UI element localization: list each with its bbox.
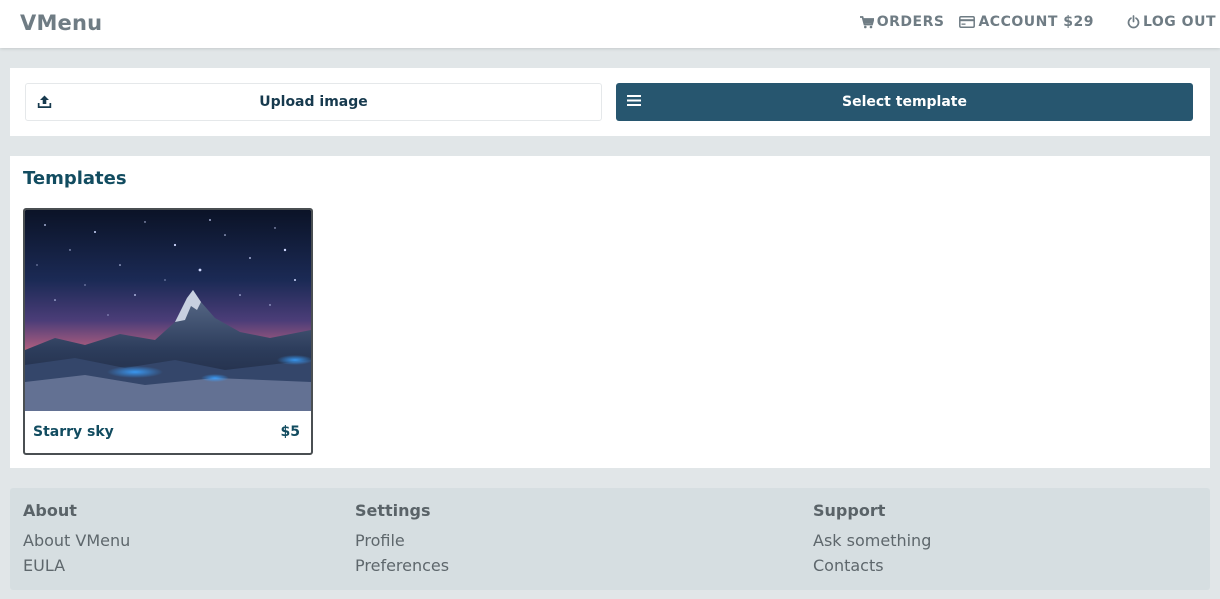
template-name: Starry sky (33, 424, 114, 440)
upload-icon (37, 95, 52, 108)
footer-link-about-vmenu[interactable]: About VMenu (23, 528, 130, 553)
footer-settings-heading: Settings (355, 501, 431, 520)
footer-about-heading: About (23, 501, 77, 520)
hamburger-icon (627, 95, 641, 106)
footer-link-profile[interactable]: Profile (355, 528, 449, 553)
footer-link-ask-something[interactable]: Ask something (813, 528, 931, 553)
account-link[interactable]: ACCOUNT $29 (959, 14, 1094, 30)
site-footer: About About VMenu EULA Settings Profile … (10, 488, 1210, 590)
starry-sky-image (25, 210, 311, 411)
footer-link-contacts[interactable]: Contacts (813, 553, 931, 578)
power-icon (1127, 15, 1140, 29)
template-price: $5 (280, 424, 300, 440)
template-card-footer: Starry sky $5 (25, 411, 311, 453)
footer-settings-column: Settings Profile Preferences (355, 502, 449, 578)
footer-link-eula[interactable]: EULA (23, 553, 130, 578)
upload-image-label: Upload image (259, 94, 368, 110)
top-nav: ORDERS ACCOUNT $29 LOG OUT (859, 14, 1216, 30)
orders-label: ORDERS (876, 14, 945, 30)
select-template-button[interactable]: Select template (616, 83, 1193, 121)
logout-label: LOG OUT (1142, 14, 1216, 30)
templates-panel: Templates Starry sky $5 (10, 156, 1210, 468)
template-card[interactable]: Starry sky $5 (23, 208, 313, 455)
cart-icon (859, 15, 874, 28)
select-template-label: Select template (842, 94, 967, 110)
footer-about-column: About About VMenu EULA (23, 502, 130, 578)
footer-support-heading: Support (813, 501, 886, 520)
templates-heading: Templates (23, 168, 127, 189)
upload-image-button[interactable]: Upload image (25, 83, 602, 121)
logout-link[interactable]: LOG OUT (1127, 14, 1216, 30)
action-panel: Upload image Select template (10, 68, 1210, 136)
footer-link-preferences[interactable]: Preferences (355, 553, 449, 578)
account-label: ACCOUNT $29 (978, 14, 1094, 30)
footer-support-column: Support Ask something Contacts (813, 502, 931, 578)
brand-logo[interactable]: VMenu (20, 11, 102, 35)
credit-card-icon (959, 16, 976, 28)
orders-link[interactable]: ORDERS (859, 14, 945, 30)
top-bar: VMenu ORDERS ACCOUNT $29 LOG OUT (0, 0, 1220, 48)
